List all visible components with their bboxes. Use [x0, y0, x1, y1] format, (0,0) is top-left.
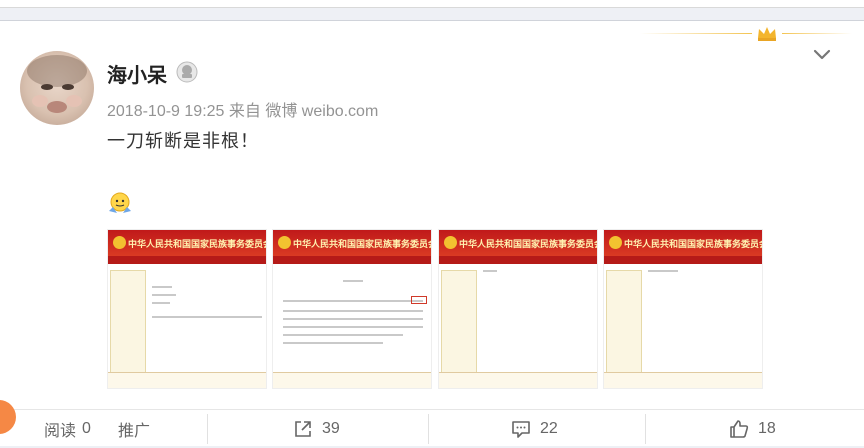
- thumbnail-3[interactable]: 中华人民共和国国家民族事务委员会: [438, 229, 598, 389]
- read-count-value: 0: [82, 420, 91, 437]
- source-prefix: 来自: [228, 103, 261, 120]
- divider: [428, 414, 429, 444]
- decoration-line-right: [782, 33, 852, 34]
- thumbnail-nav: [604, 256, 762, 264]
- decoration-line-left: [640, 33, 752, 34]
- thumbnail-footer: [273, 372, 431, 388]
- comment-count: 22: [540, 420, 558, 437]
- emblem-icon: [113, 236, 126, 249]
- emblem-icon: [609, 236, 622, 249]
- text-line: [343, 280, 363, 282]
- thumbs-up-icon: [730, 420, 749, 438]
- highlight-box: [411, 296, 427, 304]
- thumbnail-header: 中华人民共和国国家民族事务委员会: [439, 230, 597, 256]
- thumbnail-sidebar: [110, 270, 146, 382]
- text-line: [283, 334, 403, 336]
- post-source[interactable]: 微博 weibo.com: [265, 103, 378, 120]
- thumbnail-header: 中华人民共和国国家民族事务委员会: [273, 230, 431, 256]
- promote-button[interactable]: 推广: [118, 410, 150, 448]
- text-line: [648, 270, 678, 272]
- divider: [645, 414, 646, 444]
- thumbnail-sidebar: [606, 270, 642, 382]
- post-timestamp[interactable]: 2018-10-9 19:25: [107, 103, 224, 120]
- text-line: [152, 302, 170, 304]
- thumbnail-nav: [108, 256, 266, 264]
- thumbnail-header-title: 中华人民共和国国家民族事务委员会: [293, 239, 432, 249]
- emblem-icon: [278, 236, 291, 249]
- thumbnail-footer: [604, 372, 762, 388]
- action-bar: 阅读 0 推广 39 22 18: [0, 409, 864, 447]
- divider: [207, 414, 208, 444]
- vip-badge-icon: [176, 61, 198, 83]
- thumbnail-sidebar: [441, 270, 477, 382]
- text-line: [283, 326, 423, 328]
- share-count: 39: [322, 420, 340, 437]
- read-count: 阅读 0: [44, 410, 91, 448]
- text-line: [152, 294, 176, 296]
- weibo-post-card: 海小呆 2018-10-9 19:25 来自 微博 weibo.com 一刀斩断…: [0, 20, 864, 446]
- thumbnail-nav: [439, 256, 597, 264]
- text-line: [483, 270, 497, 272]
- thumbnail-header-title: 中华人民共和国国家民族事务委员会: [624, 239, 763, 249]
- thumbnail-nav: [273, 256, 431, 264]
- like-count: 18: [758, 420, 776, 437]
- comment-button[interactable]: 22: [510, 410, 558, 448]
- thumbnail-header: 中华人民共和国国家民族事务委员会: [108, 230, 266, 256]
- post-meta: 2018-10-9 19:25 来自 微博 weibo.com: [107, 97, 378, 121]
- thumbnail-4[interactable]: 中华人民共和国国家民族事务委员会: [603, 229, 763, 389]
- share-icon: [295, 421, 311, 437]
- thumbnail-1[interactable]: 中华人民共和国国家民族事务委员会: [107, 229, 267, 389]
- thumbnail-header-title: 中华人民共和国国家民族事务委员会: [128, 239, 267, 249]
- text-line: [283, 318, 423, 320]
- thumbnail-header: 中华人民共和国国家民族事务委员会: [604, 230, 762, 256]
- text-line: [283, 310, 423, 312]
- username[interactable]: 海小呆: [107, 59, 167, 88]
- avatar[interactable]: [20, 51, 94, 125]
- previous-card-edge: [0, 0, 864, 8]
- post-text: 一刀斩断是非根！: [107, 131, 259, 151]
- promote-label: 推广: [118, 423, 151, 440]
- text-line: [283, 300, 423, 302]
- avatar-face-icon: [27, 55, 87, 113]
- like-button[interactable]: 18: [728, 410, 776, 448]
- comment-icon: [512, 421, 530, 438]
- share-button[interactable]: 39: [292, 410, 340, 448]
- read-label: 阅读: [44, 423, 77, 440]
- thumbnail-2[interactable]: 中华人民共和国国家民族事务委员会: [272, 229, 432, 389]
- shrug-emoji: [109, 192, 131, 213]
- emblem-icon: [444, 236, 457, 249]
- text-line: [152, 316, 262, 318]
- crown-icon: [758, 27, 776, 41]
- text-line: [152, 286, 172, 288]
- text-line: [283, 342, 383, 344]
- thumbnail-footer: [439, 372, 597, 388]
- chevron-down-icon[interactable]: [812, 47, 832, 61]
- thumbnail-header-title: 中华人民共和国国家民族事务委员会: [459, 239, 598, 249]
- thumbnail-footer: [108, 372, 266, 388]
